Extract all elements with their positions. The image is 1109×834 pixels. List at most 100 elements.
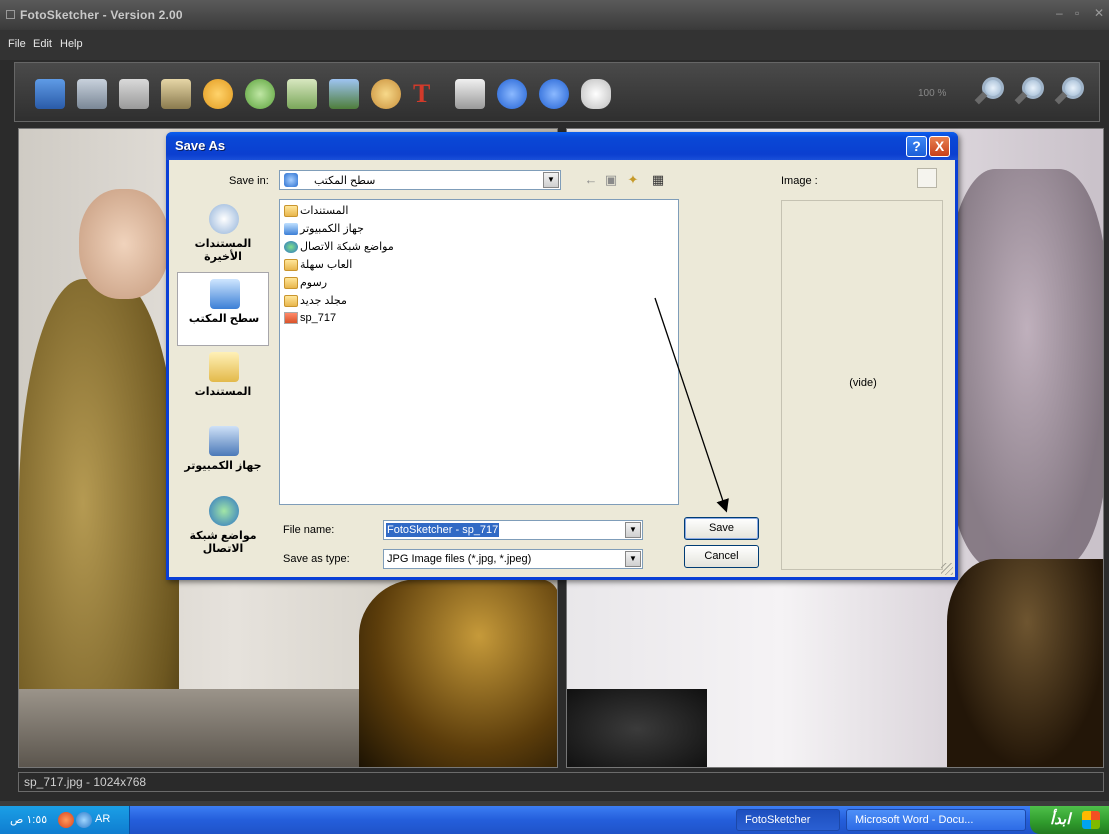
minimize-icon[interactable]: – [1056,6,1063,20]
save-as-dialog: Save As ? X Save in: سطح المكتب ▼ ← ▣ ✦ … [166,132,958,580]
back-arrow-icon[interactable]: ← [582,172,600,190]
save-button[interactable]: Save [684,517,759,540]
menu-file[interactable]: File [8,38,26,50]
place-recent[interactable]: المستندات الأخيرة [177,198,269,272]
task-word[interactable]: Microsoft Word - Docu... [846,809,1026,831]
save-as-type-label: Save as type: [283,553,350,565]
app-menu-icon[interactable] [6,10,15,19]
place-label: سطح المكتب [188,313,260,325]
folder-icon [284,294,298,307]
start-label: ابدأ [1050,811,1071,828]
my-documents-icon [209,352,239,382]
sketch-bench [947,559,1103,767]
places-bar: المستندات الأخيرة سطح المكتب المستندات ج… [177,198,269,564]
folder-icon [284,276,298,289]
status-text: sp_717.jpg - 1024x768 [24,775,147,789]
file-name: جهاز الكمبيوتر [300,223,364,235]
file-name: مجلد جديد [300,295,347,307]
list-item[interactable]: جهاز الكمبيوتر [284,222,364,238]
zoom-in-icon[interactable] [1054,77,1085,111]
dialog-title: Save As [175,138,226,153]
cancel-button[interactable]: Cancel [684,545,759,568]
dialog-title-bar[interactable]: Save As ? X [166,132,958,160]
task-label: Microsoft Word - Docu... [855,814,974,826]
save-in-combo[interactable]: سطح المكتب ▼ [279,170,561,190]
preview-toggle-icon[interactable] [917,168,937,188]
dialog-help-button[interactable]: ? [906,136,927,157]
file-name: المستندات [300,205,349,217]
copy-icon[interactable] [119,79,149,109]
image-preview: (vide) [781,200,943,570]
file-name: رسوم [300,277,328,289]
sketch-ground [567,689,707,767]
print-icon[interactable] [455,79,485,109]
place-desktop[interactable]: سطح المكتب [177,272,269,346]
task-fotosketcher[interactable]: FotoSketcher [736,809,840,831]
place-computer[interactable]: جهاز الكمبيوتر [177,420,269,494]
new-folder-icon[interactable]: ✦ [624,172,642,190]
tray-language-icon[interactable] [76,812,92,828]
chevron-down-icon[interactable]: ▼ [625,522,641,538]
result-image-icon[interactable] [329,79,359,109]
list-item[interactable]: المستندات [284,204,348,220]
save-as-type-combo[interactable]: JPG Image files (*.jpg, *.jpeg) ▼ [383,549,643,569]
info-icon[interactable] [497,79,527,109]
restore-icon[interactable]: ▫ [1075,6,1079,20]
language-indicator[interactable]: AR [95,813,110,825]
text-tool-icon[interactable]: T [413,79,443,109]
paste-icon[interactable] [161,79,191,109]
coffee-cup-icon[interactable] [581,79,611,109]
menu-bar: File Edit Help [0,30,1109,60]
menu-help[interactable]: Help [60,38,83,50]
redo-icon[interactable] [245,79,275,109]
file-name-value: FotoSketcher - sp_717 [386,523,500,537]
place-documents[interactable]: المستندات [177,346,269,420]
zoom-out-icon[interactable] [1014,77,1045,111]
task-label: FotoSketcher [745,814,811,826]
place-label: المستندات [194,386,252,398]
chevron-down-icon[interactable]: ▼ [543,172,559,188]
place-label: المستندات الأخيرة [194,238,252,263]
list-item[interactable]: رسوم [284,276,327,292]
list-item[interactable]: العاب سهلة [284,258,352,274]
view-menu-icon[interactable]: ▦ [649,172,667,190]
up-folder-icon[interactable]: ▣ [602,172,620,190]
menu-edit[interactable]: Edit [33,38,52,50]
list-item[interactable]: مواضع شبكة الاتصال [284,240,394,256]
save-in-label: Save in: [229,175,269,187]
file-name-label: File name: [283,524,335,536]
photo-bench [359,579,557,767]
open-image-icon[interactable] [35,79,65,109]
zoom-fit-icon[interactable] [974,77,1005,111]
window-title: FotoSketcher - Version 2.00 [20,8,183,22]
place-network[interactable]: مواضع شبكة الاتصال [177,490,269,564]
file-name: مواضع شبكة الاتصال [300,241,394,253]
my-computer-icon [209,426,239,456]
file-name-field[interactable]: FotoSketcher - sp_717 ▼ [383,520,643,540]
resize-grip-icon[interactable] [941,563,953,575]
help-icon[interactable] [539,79,569,109]
zoom-level: 100 % [918,88,947,99]
taskbar: ١:٥٥ ص AR FotoSketcher Microsoft Word - … [0,806,1109,834]
source-image-icon[interactable] [287,79,317,109]
list-item[interactable]: sp_717 [284,312,336,328]
folder-icon [284,204,298,217]
windows-logo-icon [1082,811,1100,829]
list-item[interactable]: مجلد جديد [284,294,347,310]
desktop-small-icon [284,173,298,187]
undo-icon[interactable] [203,79,233,109]
desktop-icon [210,279,240,309]
title-bar: FotoSketcher - Version 2.00 – ▫ ✕ [0,0,1109,30]
chevron-down-icon[interactable]: ▼ [625,551,641,567]
tray-app-icon[interactable] [58,812,74,828]
file-name: sp_717 [300,312,337,325]
toolbar: T 100 % [14,62,1100,122]
start-button[interactable]: ابدأ [1030,806,1109,834]
save-as-type-value: JPG Image files (*.jpg, *.jpeg) [387,553,532,565]
save-icon[interactable] [77,79,107,109]
network-icon [284,240,298,253]
close-icon[interactable]: ✕ [1094,6,1104,20]
file-list[interactable]: المستندات جهاز الكمبيوتر مواضع شبكة الات… [279,199,679,505]
palette-icon[interactable] [371,79,401,109]
dialog-close-button[interactable]: X [929,136,950,157]
